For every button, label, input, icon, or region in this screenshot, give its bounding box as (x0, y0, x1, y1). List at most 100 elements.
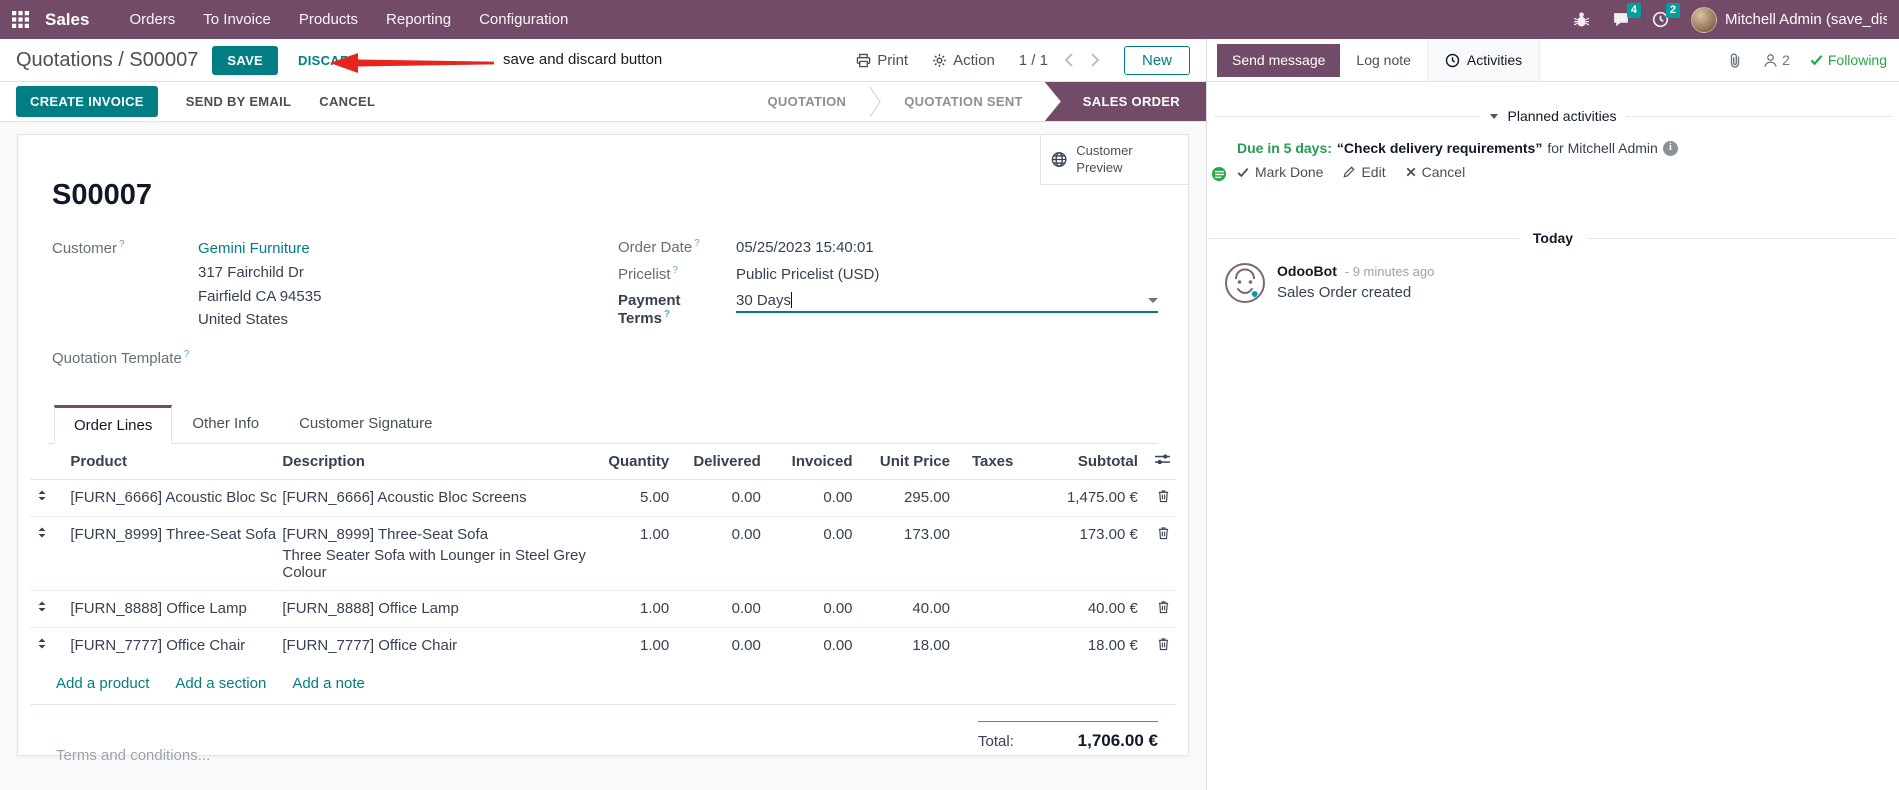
print-button[interactable]: Print (856, 52, 908, 69)
planned-activities-toggle[interactable]: Planned activities (1207, 108, 1899, 124)
stage-quotation[interactable]: QUOTATION (745, 82, 868, 121)
breadcrumb-quotations[interactable]: Quotations (16, 49, 113, 71)
bug-icon[interactable] (1573, 11, 1590, 28)
cell-delivered[interactable]: 0.00 (675, 516, 767, 591)
tab-customer-signature[interactable]: Customer Signature (279, 405, 452, 444)
delete-row-icon[interactable] (1143, 590, 1176, 628)
drag-handle-icon[interactable] (30, 516, 65, 591)
cell-delivered[interactable]: 0.00 (675, 480, 767, 517)
cell-delivered[interactable]: 0.00 (675, 627, 767, 664)
tab-order-lines[interactable]: Order Lines (54, 405, 173, 444)
add-section-link[interactable]: Add a section (175, 675, 266, 692)
col-unit-price[interactable]: Unit Price (858, 444, 956, 480)
save-button[interactable]: SAVE (212, 45, 279, 75)
messages-icon[interactable]: 4 (1612, 3, 1641, 28)
action-button[interactable]: Action (932, 52, 995, 69)
log-note-button[interactable]: Log note (1340, 39, 1427, 81)
pager-previous-icon[interactable] (1064, 53, 1074, 67)
cell-description[interactable]: [FURN_8999] Three-Seat Sofa Three Seater… (276, 516, 598, 591)
cell-product[interactable]: [FURN_7777] Office Chair (64, 627, 277, 664)
col-subtotal[interactable]: Subtotal (1049, 444, 1144, 480)
cancel-button[interactable]: CANCEL (319, 94, 375, 109)
optional-columns-icon[interactable] (1143, 444, 1176, 480)
cell-taxes[interactable] (955, 590, 1050, 628)
cell-quantity[interactable]: 1.00 (597, 516, 676, 591)
chevron-down-icon[interactable] (1148, 298, 1158, 303)
table-row[interactable]: [FURN_6666] Acoustic Bloc Screens [FURN_… (30, 480, 1176, 517)
table-row[interactable]: [FURN_8888] Office Lamp [FURN_8888] Offi… (30, 590, 1176, 628)
col-invoiced[interactable]: Invoiced (766, 444, 859, 480)
user-menu[interactable]: Mitchell Admin (save_discar (1691, 6, 1887, 33)
edit-activity-button[interactable]: Edit (1343, 164, 1386, 180)
cell-delivered[interactable]: 0.00 (675, 590, 767, 628)
col-taxes[interactable]: Taxes (955, 444, 1050, 480)
drag-handle-icon[interactable] (30, 590, 65, 628)
stage-quotation-sent[interactable]: QUOTATION SENT (882, 82, 1045, 121)
cell-unit-price[interactable]: 18.00 (858, 627, 956, 664)
col-quantity[interactable]: Quantity (597, 444, 676, 480)
order-date-field[interactable]: 05/25/2023 15:40:01 (736, 239, 874, 256)
cell-taxes[interactable] (956, 480, 1050, 517)
create-invoice-button[interactable]: CREATE INVOICE (16, 86, 158, 117)
col-delivered[interactable]: Delivered (675, 444, 767, 480)
tab-other-info[interactable]: Other Info (172, 405, 279, 444)
cell-description[interactable]: [FURN_6666] Acoustic Bloc Screens (276, 480, 597, 517)
cell-product[interactable]: [FURN_8999] Three-Seat Sofa (64, 516, 277, 591)
cell-invoiced[interactable]: 0.00 (767, 480, 859, 517)
col-description[interactable]: Description (276, 444, 598, 480)
following-button[interactable]: Following (1810, 52, 1887, 68)
apps-grid-icon[interactable] (12, 11, 29, 28)
customer-link[interactable]: Gemini Furniture (198, 240, 310, 257)
cell-invoiced[interactable]: 0.00 (766, 590, 859, 628)
cell-product[interactable]: [FURN_8888] Office Lamp (64, 590, 277, 628)
cell-unit-price[interactable]: 173.00 (858, 516, 956, 591)
add-product-link[interactable]: Add a product (56, 675, 149, 692)
send-by-email-button[interactable]: SEND BY EMAIL (186, 94, 292, 109)
activities-button[interactable]: Activities (1426, 39, 1541, 81)
cell-quantity[interactable]: 5.00 (597, 480, 675, 517)
cell-description[interactable]: [FURN_8888] Office Lamp (276, 590, 598, 628)
add-note-link[interactable]: Add a note (292, 675, 365, 692)
cell-taxes[interactable] (955, 627, 1050, 664)
activity-clock-icon[interactable]: 2 (1652, 3, 1680, 28)
cell-product[interactable]: [FURN_6666] Acoustic Bloc Screens (64, 480, 276, 517)
cell-unit-price[interactable]: 295.00 (859, 480, 956, 517)
delete-row-icon[interactable] (1143, 627, 1176, 664)
drag-handle-icon[interactable] (30, 480, 64, 517)
terms-placeholder[interactable]: Terms and conditions... (56, 747, 210, 764)
table-row[interactable]: [FURN_7777] Office Chair [FURN_7777] Off… (30, 627, 1176, 664)
payment-terms-input[interactable]: 30 Days (736, 292, 1158, 313)
cell-invoiced[interactable]: 0.00 (766, 627, 859, 664)
send-message-button[interactable]: Send message (1217, 43, 1341, 77)
new-button[interactable]: New (1123, 45, 1190, 75)
attach-files-button[interactable] (1727, 52, 1743, 69)
cell-taxes[interactable] (955, 516, 1050, 591)
cell-description[interactable]: [FURN_7777] Office Chair (276, 627, 598, 664)
cell-quantity[interactable]: 1.00 (597, 590, 676, 628)
mark-done-button[interactable]: Mark Done (1237, 164, 1323, 180)
menu-configuration[interactable]: Configuration (465, 0, 582, 39)
cancel-activity-button[interactable]: Cancel (1406, 164, 1465, 180)
cell-invoiced[interactable]: 0.00 (766, 516, 859, 591)
menu-products[interactable]: Products (285, 0, 372, 39)
menu-to-invoice[interactable]: To Invoice (189, 0, 285, 39)
drag-handle-icon[interactable] (30, 627, 65, 664)
menu-orders[interactable]: Orders (115, 0, 189, 39)
stage-sales-order[interactable]: SALES ORDER (1044, 82, 1206, 121)
menu-reporting[interactable]: Reporting (372, 0, 465, 39)
delete-row-icon[interactable] (1143, 516, 1176, 591)
cell-unit-price[interactable]: 40.00 (858, 590, 956, 628)
customer-preview-button[interactable]: Customer Preview (1040, 135, 1188, 185)
odoobot-avatar[interactable] (1225, 263, 1265, 304)
app-name[interactable]: Sales (45, 10, 89, 30)
col-product[interactable]: Product (64, 444, 277, 480)
cell-quantity[interactable]: 1.00 (597, 627, 676, 664)
pricelist-field[interactable]: Public Pricelist (USD) (736, 266, 879, 283)
discard-button[interactable]: DISCARD (298, 53, 359, 68)
delete-row-icon[interactable] (1144, 480, 1176, 517)
followers-button[interactable]: 2 (1763, 52, 1790, 68)
message-author[interactable]: OdooBot (1277, 263, 1337, 279)
pager-next-icon[interactable] (1090, 53, 1100, 67)
info-icon[interactable]: i (1662, 140, 1678, 156)
table-row[interactable]: [FURN_8999] Three-Seat Sofa [FURN_8999] … (30, 516, 1176, 591)
